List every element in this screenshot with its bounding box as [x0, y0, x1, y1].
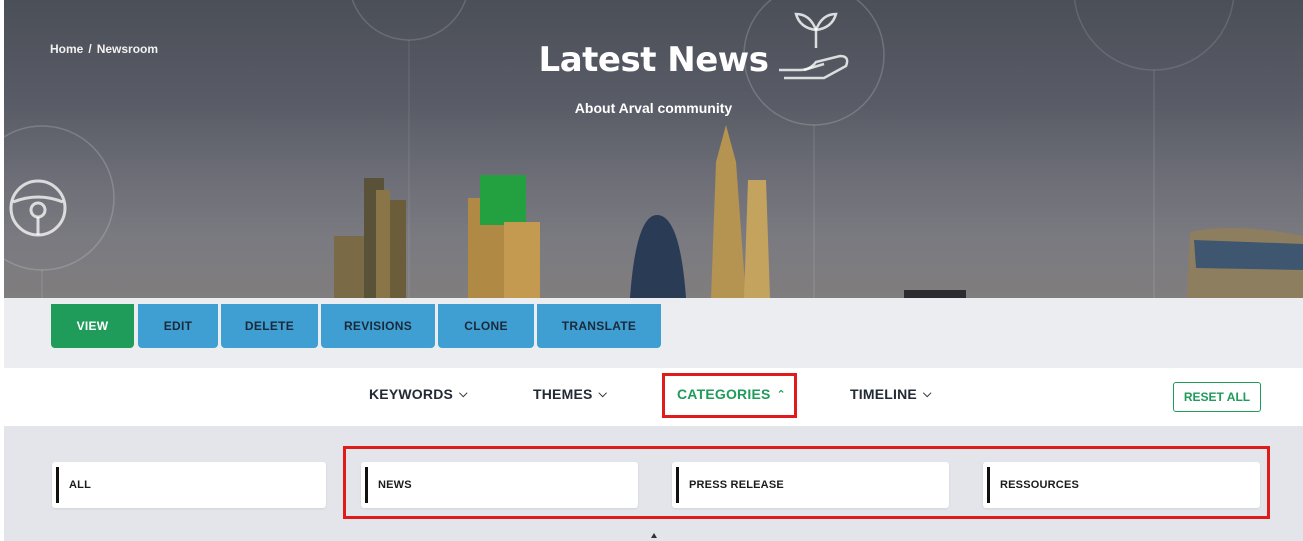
reset-all-button[interactable]: RESET ALL [1173, 382, 1261, 412]
caret-up-icon [651, 533, 657, 538]
tab-translate[interactable]: TRANSLATE [537, 304, 661, 348]
filter-timeline[interactable]: TIMELINE ⌵ [850, 386, 931, 402]
hero-banner: Home / Newsroom Latest News About Arval co… [4, 0, 1303, 298]
chevron-down-icon: ⌵ [459, 387, 468, 400]
tab-edit[interactable]: EDIT [138, 304, 218, 348]
tab-delete[interactable]: DELETE [221, 304, 318, 348]
chevron-down-icon: ⌵ [922, 387, 932, 400]
filter-categories-label: CATEGORIES [677, 386, 771, 402]
categories-cards-highlight-box [343, 446, 1270, 519]
filter-categories[interactable]: CATEGORIES ⌃ [677, 386, 786, 402]
filter-themes[interactable]: THEMES ⌵ [533, 386, 607, 402]
category-label: ALL [69, 479, 91, 491]
filter-themes-label: THEMES [533, 386, 593, 402]
tab-revisions[interactable]: REVISIONS [321, 304, 435, 348]
filter-bar: KEYWORDS ⌵ THEMES ⌵ CATEGORIES ⌃ TIMELIN… [0, 368, 1303, 426]
page-title: Latest News [538, 40, 769, 80]
steering-wheel-icon [9, 179, 67, 237]
category-card-all[interactable]: ALL [52, 462, 326, 508]
card-accent-bar [56, 467, 59, 503]
admin-tabs-bar: VIEW EDIT DELETE REVISIONS CLONE TRANSLA… [4, 298, 1303, 368]
filter-timeline-label: TIMELINE [850, 386, 917, 402]
tab-clone[interactable]: CLONE [438, 304, 534, 348]
chevron-up-icon: ⌃ [776, 388, 786, 401]
page-subtitle: About Arval community [574, 100, 733, 116]
filter-keywords[interactable]: KEYWORDS ⌵ [369, 386, 468, 402]
tab-view[interactable]: VIEW [51, 304, 134, 348]
filter-keywords-label: KEYWORDS [369, 386, 454, 402]
chevron-down-icon: ⌵ [598, 387, 608, 400]
